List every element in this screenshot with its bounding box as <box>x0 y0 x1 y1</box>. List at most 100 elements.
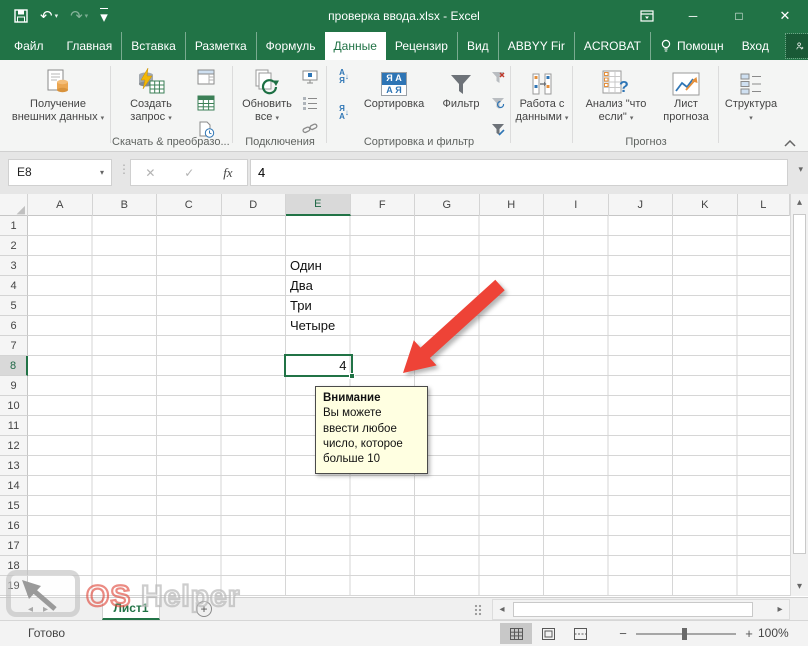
column-header-F[interactable]: F <box>351 194 416 216</box>
page-break-view-button[interactable] <box>564 623 596 644</box>
formula-bar-grip[interactable]: ⋮ <box>118 162 130 176</box>
collapse-ribbon-icon[interactable] <box>784 138 796 150</box>
connection-properties-icon[interactable] <box>298 64 322 90</box>
cell-E4[interactable]: Два <box>290 276 313 296</box>
name-box-caret-icon[interactable]: ▾ <box>100 160 104 185</box>
cell-E3[interactable]: Один <box>290 256 322 276</box>
insert-function-icon[interactable]: fx <box>223 165 232 181</box>
maximize-button[interactable]: □ <box>716 0 762 32</box>
tab-page-layout[interactable]: Разметка <box>186 32 257 60</box>
new-query-button[interactable]: Создать запрос ▾ <box>114 64 188 142</box>
row-header-3[interactable]: 3 <box>0 256 28 276</box>
row-header-10[interactable]: 10 <box>0 396 28 416</box>
row-header-1[interactable]: 1 <box>0 216 28 236</box>
column-header-G[interactable]: G <box>415 194 480 216</box>
column-header-L[interactable]: L <box>738 194 791 216</box>
refresh-all-button[interactable]: Обновить все ▾ <box>238 64 296 142</box>
name-box[interactable]: E8 ▾ <box>8 159 112 186</box>
tab-review[interactable]: Рецензир <box>386 32 458 60</box>
select-all-corner[interactable]: ◢ <box>0 194 28 216</box>
row-header-9[interactable]: 9 <box>0 376 28 396</box>
row-header-6[interactable]: 6 <box>0 316 28 336</box>
row-header-18[interactable]: 18 <box>0 556 28 576</box>
row-header-4[interactable]: 4 <box>0 276 28 296</box>
sheet-nav-right-icon[interactable]: ▸ <box>43 604 48 615</box>
tab-data[interactable]: Данные <box>325 32 386 60</box>
cell-E5[interactable]: Три <box>290 296 312 316</box>
share-button[interactable]: Общий доступ <box>786 34 808 58</box>
row-header-11[interactable]: 11 <box>0 416 28 436</box>
row-header-7[interactable]: 7 <box>0 336 28 356</box>
vscroll-up-icon[interactable]: ▴ <box>791 194 808 212</box>
row-header-13[interactable]: 13 <box>0 456 28 476</box>
row-header-17[interactable]: 17 <box>0 536 28 556</box>
tab-abbyy[interactable]: ABBYY Fir <box>499 32 575 60</box>
tab-sign-in[interactable]: Вход <box>733 32 778 60</box>
show-queries-icon[interactable] <box>194 64 218 90</box>
column-header-D[interactable]: D <box>222 194 287 216</box>
horizontal-scrollbar[interactable]: ◂ ▸ <box>492 599 790 620</box>
column-header-A[interactable]: A <box>28 194 93 216</box>
zoom-out-button[interactable]: − <box>612 626 634 641</box>
tab-view[interactable]: Вид <box>458 32 499 60</box>
reapply-filter-icon[interactable] <box>488 90 508 116</box>
data-tools-button[interactable]: Работа с данными ▾ <box>514 64 570 142</box>
from-table-icon[interactable] <box>194 90 218 116</box>
ribbon-display-options-icon[interactable] <box>624 0 670 32</box>
column-header-J[interactable]: J <box>609 194 674 216</box>
column-header-B[interactable]: B <box>93 194 158 216</box>
row-header-19[interactable]: 19 <box>0 576 28 596</box>
clear-filter-icon[interactable] <box>488 64 508 90</box>
filter-button[interactable]: Фильтр <box>434 64 488 142</box>
zoom-slider-handle[interactable] <box>682 628 687 640</box>
tab-acrobat[interactable]: ACROBAT <box>575 32 651 60</box>
page-layout-view-button[interactable] <box>532 623 564 644</box>
cell-E6[interactable]: Четыре <box>290 316 335 336</box>
minimize-button[interactable]: ─ <box>670 0 716 32</box>
cancel-entry-icon[interactable]: ✕ <box>145 166 155 180</box>
sort-az-icon[interactable]: АЯ↓ <box>332 64 356 90</box>
row-header-15[interactable]: 15 <box>0 496 28 516</box>
zoom-slider[interactable] <box>636 633 736 635</box>
row-header-5[interactable]: 5 <box>0 296 28 316</box>
what-if-button[interactable]: ? Анализ "что если" ▾ <box>578 64 654 142</box>
column-header-E[interactable]: E <box>286 194 351 216</box>
vscroll-thumb[interactable] <box>793 214 806 554</box>
fill-handle[interactable] <box>349 373 355 379</box>
column-header-K[interactable]: K <box>673 194 738 216</box>
confirm-entry-icon[interactable]: ✓ <box>184 166 194 180</box>
hscroll-left-icon[interactable]: ◂ <box>493 604 511 615</box>
tab-file[interactable]: Файл <box>0 32 58 60</box>
row-header-8[interactable]: 8 <box>0 356 28 376</box>
row-header-14[interactable]: 14 <box>0 476 28 496</box>
close-button[interactable]: ✕ <box>762 0 808 32</box>
column-header-H[interactable]: H <box>480 194 545 216</box>
hscroll-thumb[interactable] <box>513 602 753 617</box>
expand-formula-bar-icon[interactable]: ▾ <box>798 164 803 175</box>
zoom-in-button[interactable]: + <box>738 626 760 641</box>
tab-formulas[interactable]: Формуль <box>257 32 325 60</box>
tab-home[interactable]: Главная <box>58 32 123 60</box>
hscroll-right-icon[interactable]: ▸ <box>771 604 789 615</box>
sheet-nav-left-icon[interactable]: ◂ <box>28 604 33 615</box>
row-header-2[interactable]: 2 <box>0 236 28 256</box>
tab-help[interactable]: Помощн <box>651 32 733 60</box>
tab-splitter-grip[interactable] <box>474 604 482 616</box>
properties-icon[interactable] <box>298 90 322 116</box>
outline-button[interactable]: Структура▾ <box>722 64 780 142</box>
normal-view-button[interactable] <box>500 623 532 644</box>
new-sheet-button[interactable]: + <box>196 601 212 617</box>
get-external-data-button[interactable]: Получение внешних данных ▾ <box>8 64 108 142</box>
row-header-16[interactable]: 16 <box>0 516 28 536</box>
forecast-sheet-button[interactable]: Лист прогноза <box>656 64 716 142</box>
sort-button[interactable]: Я АА Я Сортировка <box>356 64 432 142</box>
row-header-12[interactable]: 12 <box>0 436 28 456</box>
vscroll-down-icon[interactable]: ▾ <box>791 578 808 596</box>
column-header-I[interactable]: I <box>544 194 609 216</box>
vertical-scrollbar[interactable]: ▴ ▾ <box>790 194 808 596</box>
tab-insert[interactable]: Вставка <box>122 32 186 60</box>
selected-cell-E8[interactable]: 4 <box>284 354 353 377</box>
formula-input[interactable]: 4 <box>250 159 788 186</box>
column-header-C[interactable]: C <box>157 194 222 216</box>
sort-za-icon[interactable]: ЯА↓ <box>332 100 356 126</box>
